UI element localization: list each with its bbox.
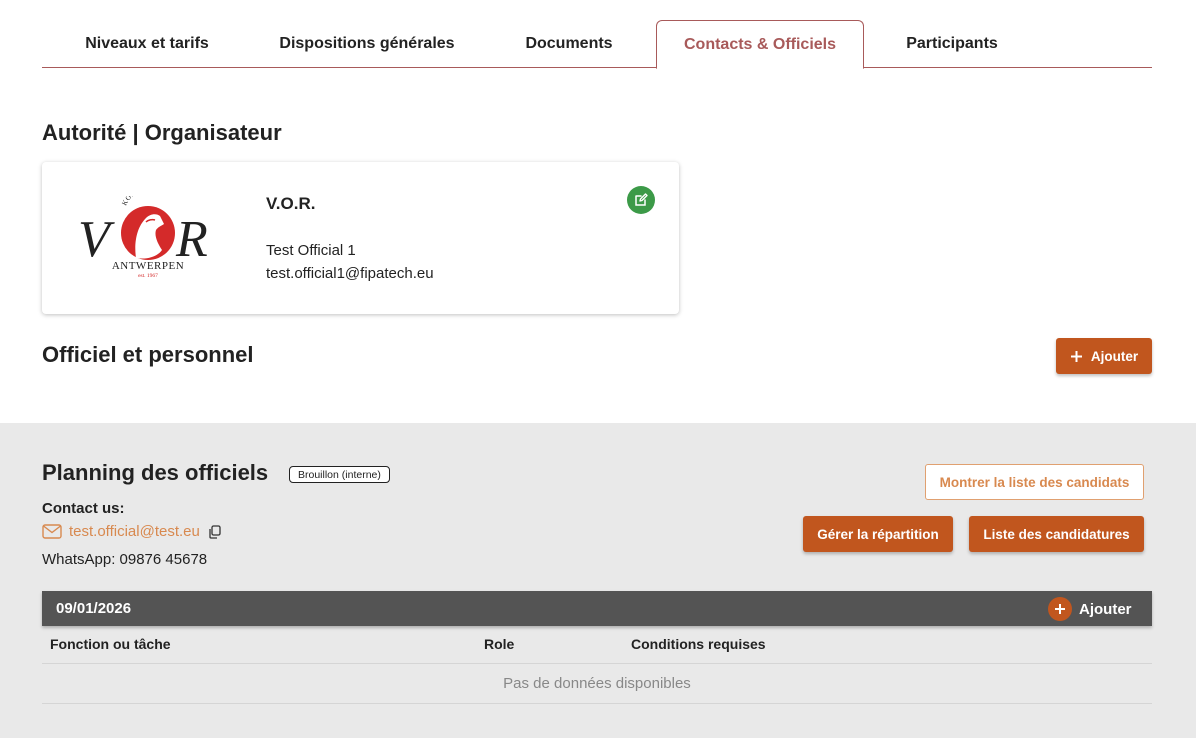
edit-icon [635, 193, 648, 206]
edit-organizer-button[interactable] [627, 186, 655, 214]
contact-email-row: test.official@test.eu [42, 523, 222, 540]
whatsapp-number: WhatsApp: 09876 45678 [42, 551, 208, 568]
applications-list-button[interactable]: Liste des candidatures [969, 516, 1144, 552]
add-circle-icon [1048, 597, 1072, 621]
copy-icon[interactable] [208, 524, 222, 539]
status-badge: Brouillon (interne) [289, 466, 390, 483]
empty-table-message: Pas de données disponibles [503, 675, 691, 692]
tab-niveaux-et-tarifs[interactable]: Niveaux et tarifs [58, 20, 236, 68]
mail-icon [42, 524, 62, 539]
organizer-card: KONINKLIJKE V R ANTWERPEN est. 1967 V.O.… [42, 162, 679, 314]
authority-title: Autorité | Organisateur [42, 120, 282, 145]
tab-documents[interactable]: Documents [502, 20, 636, 68]
tab-participants[interactable]: Participants [884, 20, 1020, 68]
tab-dispositions-generales[interactable]: Dispositions générales [262, 20, 472, 68]
main-content: Niveaux et tarifs Dispositions générales… [0, 0, 1196, 423]
tab-bar: Niveaux et tarifs Dispositions générales… [42, 20, 1152, 69]
table-divider [42, 703, 1152, 704]
svg-text:V: V [78, 211, 115, 268]
column-header-role: Role [484, 636, 515, 652]
svg-text:ANTWERPEN: ANTWERPEN [112, 260, 184, 272]
plus-icon [1070, 350, 1082, 362]
column-header-function: Fonction ou tâche [50, 636, 171, 652]
add-task-button[interactable]: Ajouter [1048, 597, 1132, 621]
svg-text:KONINKLIJKE: KONINKLIJKE [120, 196, 172, 207]
add-staff-button[interactable]: Ajouter [1056, 338, 1152, 374]
planning-email-link[interactable]: test.official@test.eu [69, 523, 200, 540]
plus-icon [1055, 604, 1065, 614]
manage-distribution-button[interactable]: Gérer la répartition [803, 516, 953, 552]
organizer-name: V.O.R. [266, 194, 316, 213]
add-staff-label: Ajouter [1090, 348, 1139, 364]
date-header: 09/01/2026 Ajouter [42, 591, 1152, 626]
contact-label: Contact us: [42, 500, 125, 517]
column-header-conditions: Conditions requises [631, 636, 766, 652]
organizer-logo: KONINKLIJKE V R ANTWERPEN est. 1967 [78, 196, 208, 279]
planning-title: Planning des officiels [42, 460, 269, 485]
tab-contacts-officiels[interactable]: Contacts & Officiels [656, 20, 864, 69]
contact-name: Test Official 1 [266, 242, 356, 259]
planning-date: 09/01/2026 [56, 600, 132, 617]
add-task-label: Ajouter [1079, 600, 1132, 618]
staff-title: Officiel et personnel [42, 342, 254, 367]
table-divider [42, 663, 1152, 664]
show-candidates-button[interactable]: Montrer la liste des candidats [925, 464, 1144, 500]
organizer-contact: Test Official 1 test.official1@fipatech.… [266, 239, 434, 285]
contact-email: test.official1@fipatech.eu [266, 265, 434, 282]
svg-text:est. 1967: est. 1967 [138, 273, 158, 279]
